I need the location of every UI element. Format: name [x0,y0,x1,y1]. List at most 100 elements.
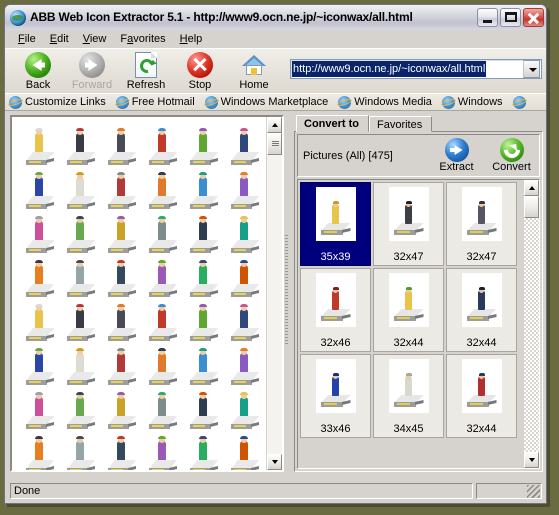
web-icon-thumbnail[interactable] [184,343,223,387]
web-icon-thumbnail[interactable] [61,123,100,167]
menu-item-favorites[interactable]: Favorites [113,31,172,47]
web-icon-thumbnail[interactable] [184,167,223,211]
web-icon-thumbnail[interactable] [225,255,264,299]
scroll-track[interactable] [267,155,282,454]
thumbnail-vertical-scrollbar[interactable] [523,180,539,468]
scroll-thumb[interactable] [267,133,282,155]
forward-button[interactable]: Forward [65,52,119,91]
scroll-thumb[interactable] [524,196,539,218]
web-icon-thumbnail[interactable] [225,431,264,470]
web-icon-thumbnail[interactable] [20,343,59,387]
web-icon-thumbnail[interactable] [102,343,141,387]
web-icon-thumbnail[interactable] [143,123,182,167]
stop-button[interactable]: Stop [173,52,227,91]
convert-button[interactable]: Convert [484,137,539,173]
scroll-up-button[interactable] [524,180,539,196]
status-extra-pane [476,483,542,499]
web-icon-thumbnail[interactable] [20,299,59,343]
web-icon-thumbnail[interactable] [184,299,223,343]
maximize-button[interactable] [500,8,521,27]
thumbnail-item[interactable]: 35x39 [300,182,371,266]
scroll-down-button[interactable] [267,454,282,470]
thumbnail-grid[interactable]: 35x39 32x47 32x47 32x46 32x44 32x44 33x46 34x45… [298,180,523,468]
web-icon-thumbnail[interactable] [143,343,182,387]
web-icon-thumbnail[interactable] [61,167,100,211]
tab-label: Convert to [304,118,359,130]
web-icon-thumbnail[interactable] [143,211,182,255]
resize-grip-icon[interactable] [527,485,540,498]
back-button[interactable]: Back [11,52,65,91]
thumbnail-item[interactable]: 32x44 [446,354,517,438]
address-dropdown-button[interactable] [523,59,540,78]
menu-item-help[interactable]: Help [173,31,210,47]
refresh-button[interactable]: Refresh [119,52,173,91]
web-icon-thumbnail[interactable] [225,299,264,343]
browser-vertical-scrollbar[interactable] [266,117,282,470]
menu-item-edit[interactable]: Edit [43,31,76,47]
web-icon-thumbnail[interactable] [184,211,223,255]
link-overflow[interactable] [512,95,529,109]
link-customize-links[interactable]: Customize Links [9,95,106,109]
web-icon-thumbnail[interactable] [143,431,182,470]
scroll-up-button[interactable] [267,117,282,133]
web-icon-thumbnail[interactable] [61,343,100,387]
web-icon-thumbnail[interactable] [61,387,100,431]
thumbnail-item[interactable]: 34x45 [373,354,444,438]
web-icon-thumbnail[interactable] [143,387,182,431]
web-icon-thumbnail[interactable] [225,211,264,255]
address-input[interactable]: http://www9.ocn.ne.jp/~iconwax/all.html [290,58,542,79]
menu-item-file[interactable]: File [11,31,43,47]
web-icon-thumbnail[interactable] [102,211,141,255]
web-page-content[interactable] [12,117,266,470]
web-icon-thumbnail[interactable] [184,431,223,470]
thumbnail-item[interactable]: 33x46 [300,354,371,438]
thumbnail-item[interactable]: 32x44 [373,268,444,352]
scroll-track[interactable] [524,218,539,452]
ie-icon [204,95,218,109]
web-icon-thumbnail[interactable] [20,255,59,299]
link-windows-marketplace[interactable]: Windows Marketplace [204,95,328,109]
web-icon-thumbnail[interactable] [61,299,100,343]
web-icon-thumbnail[interactable] [102,431,141,470]
web-icon-thumbnail[interactable] [61,431,100,470]
web-icon-thumbnail[interactable] [102,255,141,299]
web-icon-thumbnail[interactable] [184,123,223,167]
title-bar[interactable]: ABB Web Icon Extractor 5.1 - http://www9… [5,5,546,30]
web-icon-thumbnail[interactable] [184,255,223,299]
web-icon-thumbnail[interactable] [20,167,59,211]
web-icon-thumbnail[interactable] [225,343,264,387]
web-icon-thumbnail[interactable] [143,167,182,211]
scroll-down-button[interactable] [524,452,539,468]
tab-favorites[interactable]: Favorites [369,116,433,132]
thumbnail-item[interactable]: 32x44 [446,268,517,352]
web-icon-thumbnail[interactable] [143,255,182,299]
web-icon-thumbnail[interactable] [20,387,59,431]
link-free-hotmail[interactable]: Free Hotmail [115,95,195,109]
minimize-button[interactable] [477,8,498,27]
web-icon-thumbnail[interactable] [102,299,141,343]
web-icon-thumbnail[interactable] [184,387,223,431]
web-icon-thumbnail[interactable] [225,123,264,167]
web-icon-thumbnail[interactable] [102,167,141,211]
web-icon-thumbnail[interactable] [102,387,141,431]
web-icon-thumbnail[interactable] [102,123,141,167]
web-icon-thumbnail[interactable] [143,299,182,343]
thumbnail-item[interactable]: 32x47 [373,182,444,266]
pane-splitter[interactable] [284,115,289,481]
web-icon-thumbnail[interactable] [61,211,100,255]
extract-button[interactable]: Extract [429,138,484,173]
close-button[interactable] [523,8,544,27]
thumbnail-item[interactable]: 32x47 [446,182,517,266]
web-icon-thumbnail[interactable] [20,123,59,167]
menu-item-view[interactable]: View [76,31,114,47]
web-icon-thumbnail[interactable] [225,387,264,431]
tab-convert-to[interactable]: Convert to [296,115,369,132]
link-windows-media[interactable]: Windows Media [338,95,432,109]
web-icon-thumbnail[interactable] [61,255,100,299]
web-icon-thumbnail[interactable] [20,431,59,470]
web-icon-thumbnail[interactable] [20,211,59,255]
home-button[interactable]: Home [227,52,281,91]
thumbnail-item[interactable]: 32x46 [300,268,371,352]
web-icon-thumbnail[interactable] [225,167,264,211]
link-windows[interactable]: Windows [441,95,503,109]
